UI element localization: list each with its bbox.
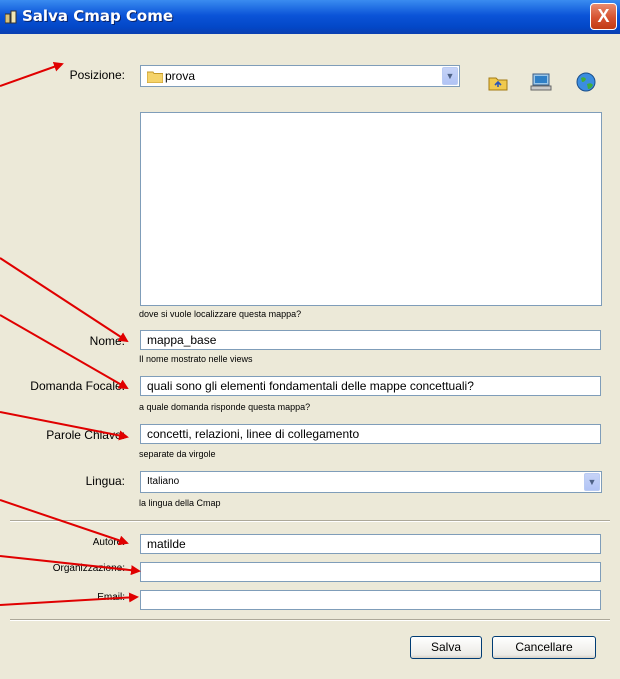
name-input[interactable]: mappa_base [140,330,601,350]
keywords-hint: separate da virgole [139,449,216,459]
chevron-down-icon[interactable]: ▼ [584,473,600,491]
title-bar[interactable]: Salva Cmap Come X [0,0,620,34]
save-button[interactable]: Salva [410,636,482,659]
location-select[interactable]: prova ▼ [140,65,460,87]
name-label: Nome: [89,334,125,348]
organization-label: Organizzazione: [52,563,125,574]
focus-question-label: Domanda Focale: [30,379,125,393]
language-hint: la lingua della Cmap [139,498,221,508]
annotation-arrow [0,257,129,343]
language-label: Lingua: [85,474,125,488]
separator [10,520,610,522]
keywords-input[interactable]: concetti, relazioni, linee di collegamen… [140,424,601,444]
language-value: Italiano [147,476,180,487]
separator [10,619,610,621]
cmap-app-icon [5,10,17,24]
location-hint: dove si vuole localizzare questa mappa? [139,309,302,319]
focus-question-input[interactable]: quali sono gli elementi fondamentali del… [140,376,601,396]
web-places-icon[interactable] [575,71,597,93]
close-button[interactable]: X [590,3,617,30]
author-label: Autore: [92,537,125,548]
name-hint: Il nome mostrato nelle views [139,354,253,364]
computer-icon[interactable] [530,71,552,93]
location-label: Posizione: [69,68,125,82]
save-cmap-dialog: Salva Cmap Come X Posizione: prova ▼ dov… [0,0,620,679]
window-title: Salva Cmap Come [22,7,174,25]
location-value: prova [165,69,196,83]
author-input[interactable]: matilde [140,534,601,554]
folder-up-icon[interactable] [487,71,509,93]
annotation-arrow [0,314,129,389]
annotation-arrow [0,61,64,87]
focus-question-hint: a quale domanda risponde questa mappa? [139,402,311,412]
language-select[interactable]: Italiano ▼ [140,471,602,493]
email-label: Email: [97,592,125,603]
cancel-button[interactable]: Cancellare [492,636,596,659]
keywords-label: Parole Chiave: [46,428,125,442]
location-contents-list[interactable] [140,112,602,306]
chevron-down-icon[interactable]: ▼ [442,67,458,85]
email-input[interactable] [140,590,601,610]
folder-icon [147,71,163,83]
organization-input[interactable] [140,562,601,582]
